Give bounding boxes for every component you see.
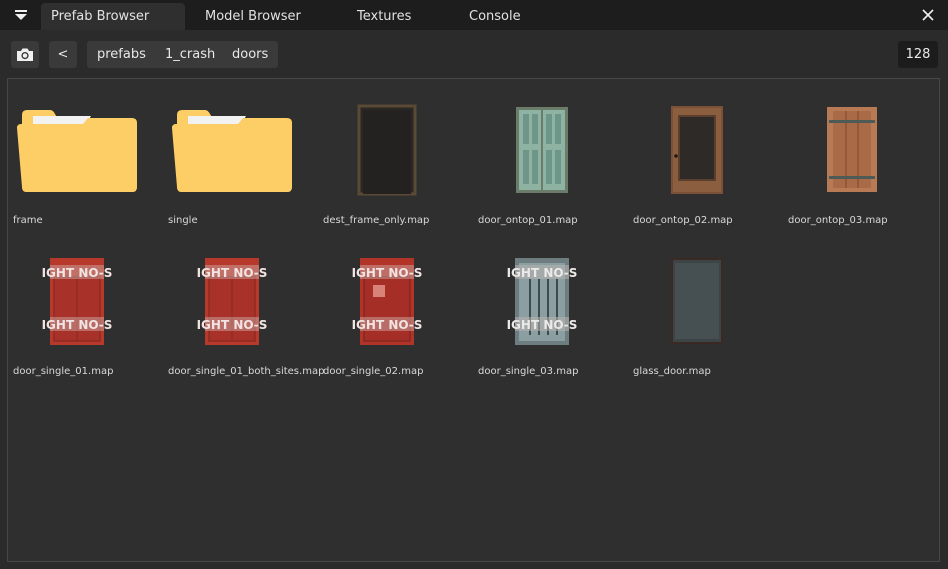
item-label: door_ontop_02.map xyxy=(633,215,733,226)
folder-icon xyxy=(172,110,292,192)
screenshot-button[interactable] xyxy=(11,41,39,68)
wood-glass-door-thumbnail xyxy=(671,106,723,194)
menu-dropdown-icon[interactable] xyxy=(11,5,31,25)
item-label: door_single_01_both_sites.map xyxy=(168,366,325,377)
grid-item-single[interactable]: single xyxy=(168,104,318,244)
back-button[interactable]: < xyxy=(49,41,77,68)
breadcrumb-1-crash[interactable]: 1_crash xyxy=(165,41,215,68)
item-label: door_single_02.map xyxy=(323,366,424,377)
item-label: door_ontop_03.map xyxy=(788,215,888,226)
svg-text:IGHT NO-S: IGHT NO-S xyxy=(507,318,578,332)
item-label: glass_door.map xyxy=(633,366,711,377)
tab-textures[interactable]: Textures xyxy=(347,3,447,30)
red-sign-door-thumbnail: IGHT NO-S IGHT NO-S xyxy=(42,258,113,345)
grid-item-door-single-01[interactable]: IGHT NO-S IGHT NO-S door_single_01.map xyxy=(13,255,163,395)
breadcrumb: prefabs 1_crash doors xyxy=(87,41,278,68)
breadcrumb-doors[interactable]: doors xyxy=(232,41,268,68)
tab-prefab-browser[interactable]: Prefab Browser xyxy=(41,3,185,30)
item-label: door_single_03.map xyxy=(478,366,579,377)
svg-text:IGHT NO-S: IGHT NO-S xyxy=(352,266,423,280)
svg-text:IGHT NO-S: IGHT NO-S xyxy=(507,266,578,280)
red-sign-grate-door-thumbnail: IGHT NO-S IGHT NO-S xyxy=(352,258,423,345)
grid-item-door-ontop-01[interactable]: door_ontop_01.map xyxy=(478,104,628,244)
toolbar: < prefabs 1_crash doors 128 xyxy=(0,30,948,77)
prefab-grid: frame single dest_frame_only.map door_on… xyxy=(7,78,940,562)
door-frame-thumbnail xyxy=(357,104,417,196)
item-label: door_single_01.map xyxy=(13,366,114,377)
folder-icon xyxy=(17,110,137,192)
glass-sign-door-thumbnail: IGHT NO-S IGHT NO-S xyxy=(507,258,578,345)
red-sign-door-thumbnail: IGHT NO-S IGHT NO-S xyxy=(197,258,268,345)
item-count-badge: 128 xyxy=(898,41,938,68)
grid-item-frame[interactable]: frame xyxy=(13,104,163,244)
tab-bar: Prefab Browser Model Browser Textures Co… xyxy=(0,0,948,30)
camera-icon xyxy=(17,48,33,61)
grid-item-door-single-03[interactable]: IGHT NO-S IGHT NO-S door_single_03.map xyxy=(478,255,628,395)
wood-door-thumbnail xyxy=(827,107,877,192)
grid-item-glass-door[interactable]: glass_door.map xyxy=(633,255,783,395)
svg-text:IGHT NO-S: IGHT NO-S xyxy=(352,318,423,332)
item-label: single xyxy=(168,215,198,226)
close-icon[interactable] xyxy=(920,7,936,23)
tab-model-browser[interactable]: Model Browser xyxy=(195,3,325,30)
grid-item-door-single-01-both-sites[interactable]: IGHT NO-S IGHT NO-S door_single_01_both_… xyxy=(168,255,324,395)
item-label: dest_frame_only.map xyxy=(323,215,430,226)
svg-text:IGHT NO-S: IGHT NO-S xyxy=(197,266,268,280)
glass-door-thumbnail xyxy=(671,258,723,344)
item-label: door_ontop_01.map xyxy=(478,215,578,226)
svg-text:IGHT NO-S: IGHT NO-S xyxy=(42,266,113,280)
grid-item-door-ontop-02[interactable]: door_ontop_02.map xyxy=(633,104,783,244)
grid-item-door-single-02[interactable]: IGHT NO-S IGHT NO-S door_single_02.map xyxy=(323,255,473,395)
grid-item-dest-frame-only[interactable]: dest_frame_only.map xyxy=(323,104,473,244)
item-label: frame xyxy=(13,215,43,226)
tab-console[interactable]: Console xyxy=(459,3,559,30)
green-door-thumbnail xyxy=(516,107,568,193)
svg-text:IGHT NO-S: IGHT NO-S xyxy=(42,318,113,332)
grid-item-door-ontop-03[interactable]: door_ontop_03.map xyxy=(788,104,938,244)
svg-text:IGHT NO-S: IGHT NO-S xyxy=(197,318,268,332)
breadcrumb-prefabs[interactable]: prefabs xyxy=(97,41,146,68)
